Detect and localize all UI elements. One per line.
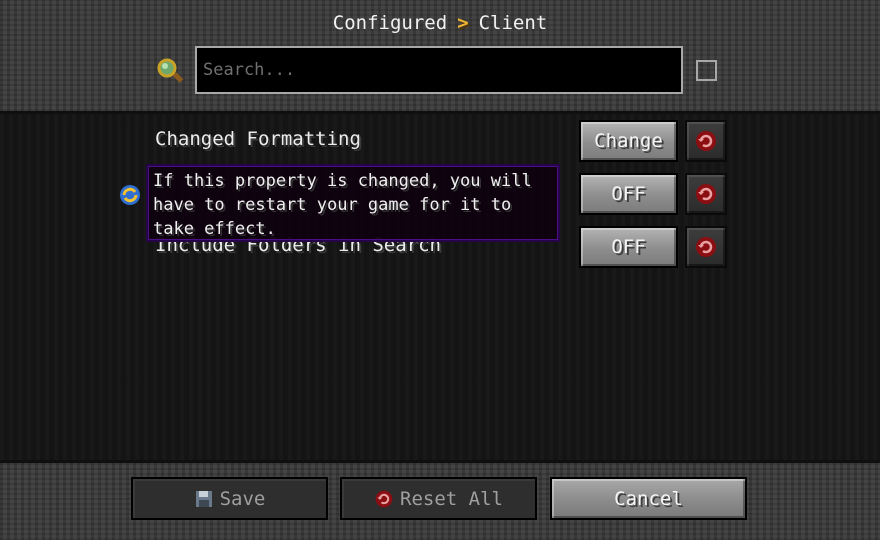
reset-icon	[696, 131, 716, 151]
reset-all-label: Reset All	[400, 487, 503, 510]
magnifier-icon	[157, 58, 184, 83]
cancel-button[interactable]: Cancel	[550, 477, 747, 520]
breadcrumb-current: Client	[478, 12, 548, 34]
row-label-changed-formatting: Changed Formatting	[155, 128, 361, 150]
reset-button-row-1[interactable]	[685, 120, 727, 162]
tooltip-line-1: If this property is changed, you will	[153, 171, 532, 191]
change-button[interactable]: Change	[579, 120, 678, 162]
search-field[interactable]	[195, 46, 683, 94]
restart-required-icon	[120, 185, 140, 205]
tooltip-line-2: have to restart your game for it to	[153, 195, 512, 215]
restart-tooltip: If this property is changed, you will ha…	[146, 164, 560, 242]
reset-button-row-3[interactable]	[685, 226, 727, 268]
reset-icon	[696, 184, 716, 204]
floppy-disk-icon	[195, 490, 212, 507]
reset-icon	[375, 490, 393, 507]
save-button[interactable]: Save	[131, 477, 328, 520]
search-options-checkbox[interactable]	[696, 60, 717, 81]
search-input[interactable]	[203, 48, 673, 92]
toggle-button-row-2[interactable]: OFF	[579, 173, 678, 215]
breadcrumb-separator-icon: >	[457, 12, 469, 34]
tooltip-line-3: take effect.	[153, 219, 276, 239]
reset-all-button[interactable]: Reset All	[340, 477, 537, 520]
toggle-button-row-3[interactable]: OFF	[579, 226, 678, 268]
breadcrumb-root[interactable]: Configured	[333, 12, 447, 34]
save-label: Save	[219, 487, 266, 510]
reset-icon	[696, 237, 716, 257]
breadcrumb: Configured > Client	[0, 10, 880, 36]
reset-button-row-2[interactable]	[685, 173, 727, 215]
